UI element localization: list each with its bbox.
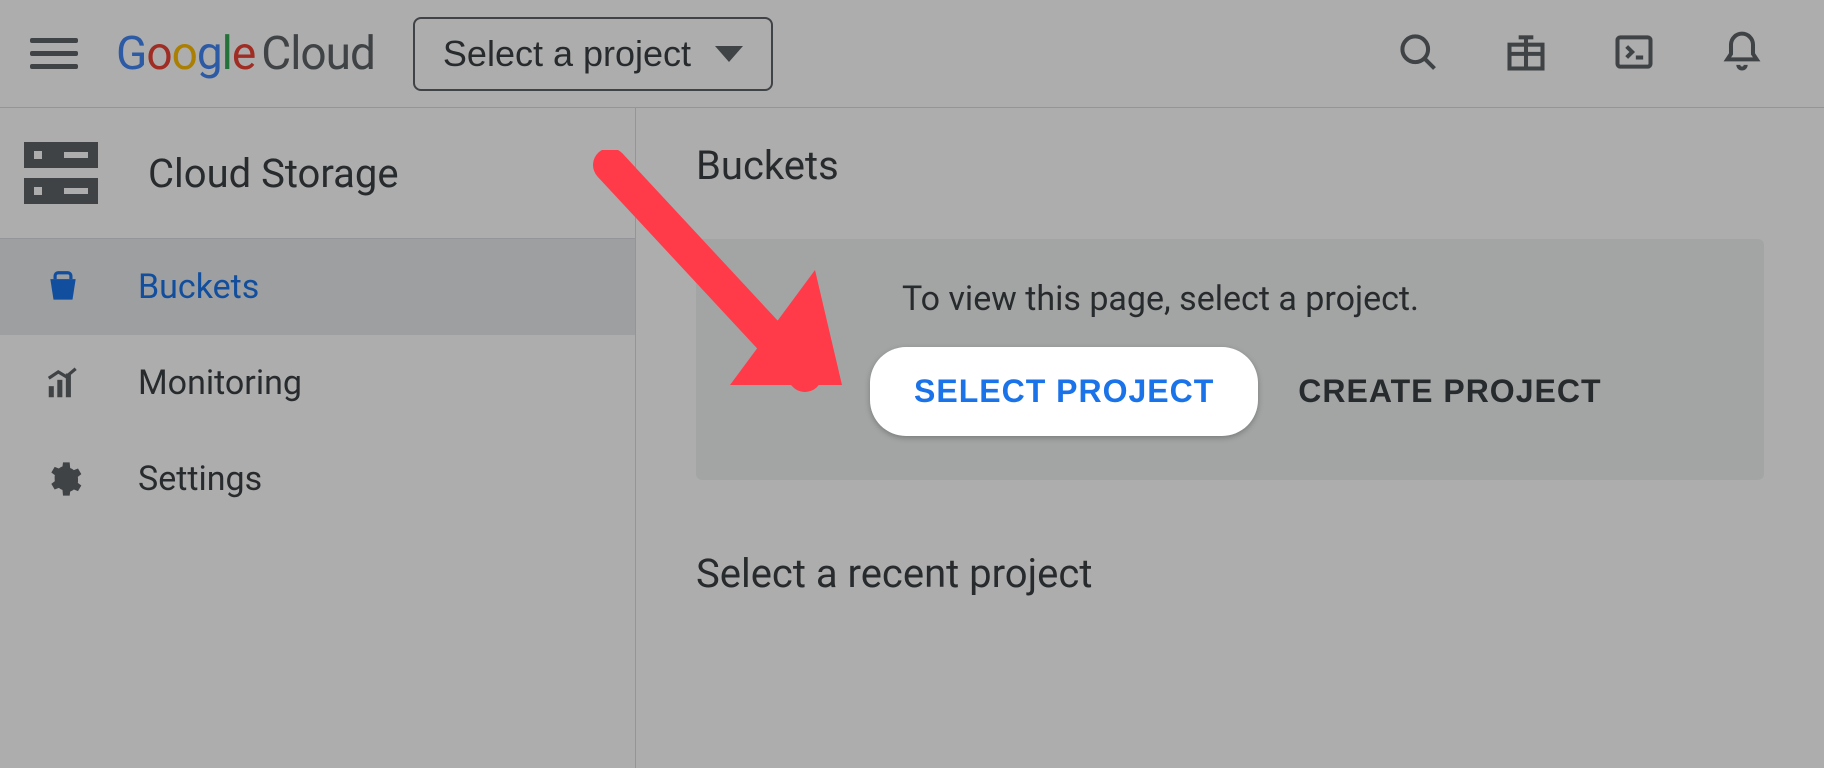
chevron-down-icon bbox=[715, 46, 743, 62]
gear-icon bbox=[42, 459, 84, 499]
sidenav-item-label: Monitoring bbox=[138, 363, 302, 403]
search-icon[interactable] bbox=[1396, 30, 1440, 78]
sidenav-header: Cloud Storage bbox=[0, 108, 635, 239]
bucket-icon bbox=[42, 268, 84, 306]
prompt-text: To view this page, select a project. bbox=[902, 279, 1716, 319]
project-selector-label: Select a project bbox=[443, 33, 691, 75]
google-cloud-logo[interactable]: Google Cloud bbox=[116, 27, 375, 81]
content-area: Buckets To view this page, select a proj… bbox=[636, 108, 1824, 768]
monitoring-icon bbox=[42, 364, 84, 402]
cloud-shell-icon[interactable] bbox=[1612, 30, 1656, 78]
sidenav-item-monitoring[interactable]: Monitoring bbox=[0, 335, 635, 431]
select-project-button[interactable]: SELECT PROJECT bbox=[870, 347, 1258, 436]
sidenav-item-label: Buckets bbox=[138, 267, 259, 307]
notifications-icon[interactable] bbox=[1720, 30, 1764, 78]
menu-icon[interactable] bbox=[30, 30, 78, 78]
select-project-prompt: To view this page, select a project. SEL… bbox=[696, 239, 1764, 480]
free-trial-icon[interactable] bbox=[1504, 30, 1548, 78]
cloud-storage-icon bbox=[24, 142, 98, 204]
sidenav-title: Cloud Storage bbox=[148, 150, 399, 197]
sidenav-item-buckets[interactable]: Buckets bbox=[0, 239, 635, 335]
appbar: Google Cloud Select a project bbox=[0, 0, 1824, 108]
page-title: Buckets bbox=[696, 142, 1764, 189]
brand-product: Cloud bbox=[261, 27, 375, 81]
sidenav-item-settings[interactable]: Settings bbox=[0, 431, 635, 527]
project-selector[interactable]: Select a project bbox=[413, 17, 773, 91]
sidenav-item-label: Settings bbox=[138, 459, 262, 499]
sidenav: Cloud Storage Buckets Monitoring Setting… bbox=[0, 108, 636, 768]
recent-project-heading: Select a recent project bbox=[696, 550, 1764, 597]
create-project-button[interactable]: CREATE PROJECT bbox=[1298, 373, 1601, 410]
